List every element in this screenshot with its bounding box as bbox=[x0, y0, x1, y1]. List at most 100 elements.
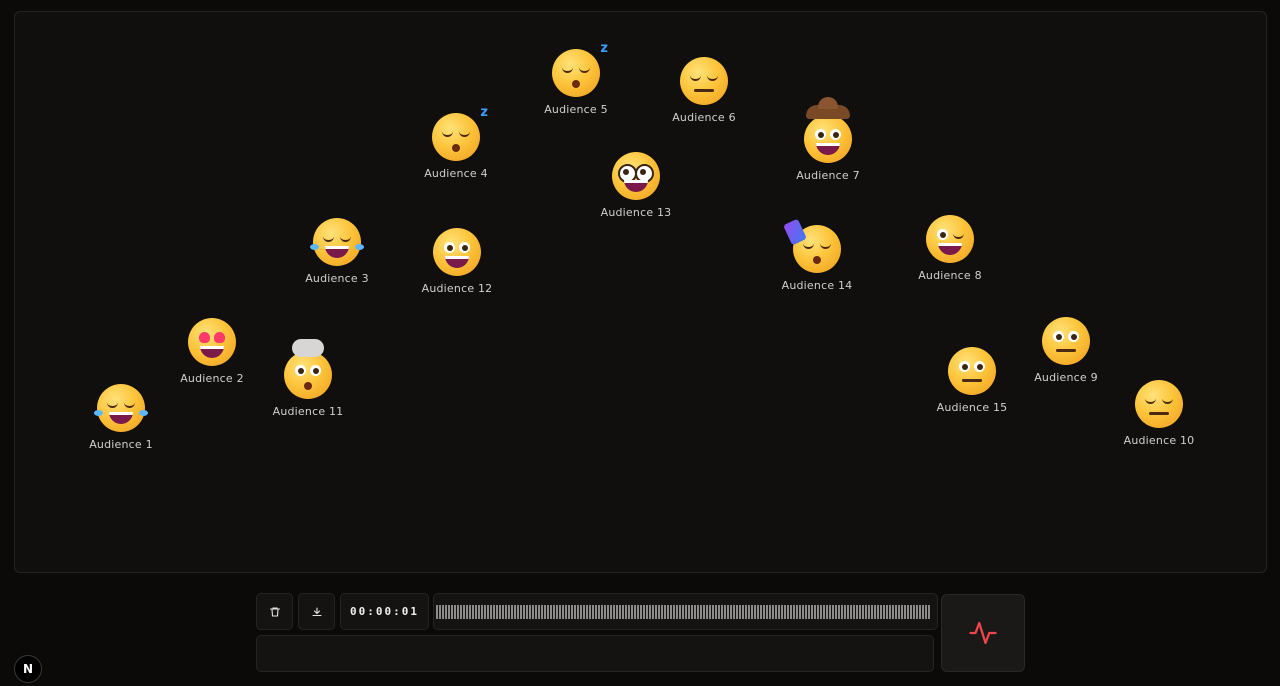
live-audio-button[interactable] bbox=[941, 594, 1025, 672]
waveform-bar bbox=[829, 604, 831, 619]
waveform-bar bbox=[760, 604, 762, 619]
waveform-bar bbox=[928, 604, 930, 619]
waveform-bar bbox=[532, 604, 534, 619]
waveform-bar bbox=[589, 604, 591, 619]
waveform-bar bbox=[781, 604, 783, 619]
waveform-bar bbox=[502, 604, 504, 619]
waveform-bar bbox=[709, 604, 711, 619]
waveform-bar bbox=[673, 604, 675, 619]
waveform-bar bbox=[667, 604, 669, 619]
audience-name: Audience 6 bbox=[672, 111, 736, 124]
waveform-bar bbox=[898, 604, 900, 619]
waveform-bar bbox=[901, 604, 903, 619]
waveform-bar bbox=[535, 604, 537, 619]
waveform-bar bbox=[907, 604, 909, 619]
audience-name: Audience 13 bbox=[600, 206, 672, 219]
waveform-bar bbox=[883, 604, 885, 619]
waveform-bar bbox=[553, 604, 555, 619]
winking-tongue-emoji-icon bbox=[926, 215, 974, 263]
waveform-bar bbox=[604, 604, 606, 619]
waveform-bar bbox=[676, 604, 678, 619]
logo-icon[interactable]: N bbox=[14, 655, 42, 683]
waveform-bar bbox=[466, 604, 468, 619]
waveform-bar bbox=[748, 604, 750, 619]
waveform-bar bbox=[778, 604, 780, 619]
waveform-bar bbox=[505, 604, 507, 619]
waveform-bar bbox=[565, 604, 567, 619]
waveform-bar bbox=[784, 604, 786, 619]
waveform-bar bbox=[523, 604, 525, 619]
waveform-bar bbox=[631, 604, 633, 619]
waveform-bar bbox=[577, 604, 579, 619]
waveform-bar bbox=[493, 604, 495, 619]
waveform-bar bbox=[679, 604, 681, 619]
waveform-bar bbox=[817, 604, 819, 619]
waveform-bar bbox=[811, 604, 813, 619]
waveform-bar bbox=[649, 604, 651, 619]
waveform-bar bbox=[682, 604, 684, 619]
waveform-bar bbox=[481, 604, 483, 619]
waveform-bar bbox=[736, 604, 738, 619]
waveform-bar bbox=[658, 604, 660, 619]
waveform-bar bbox=[733, 604, 735, 619]
audience-member: Audience 10 bbox=[1099, 380, 1219, 447]
waveform-bar bbox=[574, 604, 576, 619]
waveform-bar bbox=[691, 604, 693, 619]
waveform-bar bbox=[451, 604, 453, 619]
nerd-emoji-icon bbox=[612, 152, 660, 200]
waveform-bar bbox=[496, 604, 498, 619]
waveform-bar bbox=[910, 604, 912, 619]
sleeping-emoji-icon: z bbox=[432, 105, 488, 161]
transcript-field[interactable] bbox=[256, 635, 934, 672]
waveform-bar bbox=[805, 604, 807, 619]
waveform-bar bbox=[547, 604, 549, 619]
waveform-bar bbox=[445, 604, 447, 619]
waveform-bar bbox=[568, 604, 570, 619]
audience-name: Audience 3 bbox=[305, 272, 369, 285]
waveform-bar bbox=[772, 604, 774, 619]
cowboy-emoji-icon bbox=[804, 97, 852, 163]
download-button[interactable] bbox=[298, 593, 335, 630]
waveform-bar bbox=[517, 604, 519, 619]
waveform-bar bbox=[916, 604, 918, 619]
waveform-bar bbox=[478, 604, 480, 619]
waveform-bar bbox=[598, 604, 600, 619]
waveform-bar bbox=[619, 604, 621, 619]
waveform-bar bbox=[472, 604, 474, 619]
waveform-bar bbox=[646, 604, 648, 619]
audience-name: Audience 12 bbox=[421, 282, 493, 295]
waveform-bar bbox=[454, 604, 456, 619]
eye-roll-emoji-icon bbox=[948, 347, 996, 395]
waveform-bar bbox=[721, 604, 723, 619]
waveform-bar bbox=[832, 604, 834, 619]
waveform-bar bbox=[508, 604, 510, 619]
waveform-bar bbox=[460, 604, 462, 619]
audience-member: Audience 13 bbox=[576, 152, 696, 219]
grinning-emoji-icon bbox=[433, 228, 481, 276]
waveform-bar bbox=[850, 604, 852, 619]
waveform-bar bbox=[706, 604, 708, 619]
waveform-bar bbox=[895, 604, 897, 619]
waveform-bar bbox=[526, 604, 528, 619]
waveform-bar bbox=[670, 604, 672, 619]
audience-name: Audience 7 bbox=[796, 169, 860, 182]
audience-member: Audience 11 bbox=[248, 339, 368, 418]
audience-member: z Audience 5 bbox=[516, 41, 636, 116]
audience-member: Audience 14 bbox=[757, 218, 877, 292]
waveform-bar bbox=[880, 604, 882, 619]
waveform-bar bbox=[787, 604, 789, 619]
waveform-bar bbox=[643, 604, 645, 619]
audience-member: Audience 3 bbox=[277, 218, 397, 285]
audio-waveform[interactable] bbox=[433, 593, 938, 630]
partying-emoji-icon bbox=[783, 218, 841, 273]
audience-member: Audience 8 bbox=[890, 215, 1010, 282]
audience-name: Audience 9 bbox=[1034, 371, 1098, 384]
waveform-bar bbox=[655, 604, 657, 619]
laughing-tears-emoji-icon bbox=[310, 218, 364, 266]
waveform-bar bbox=[514, 604, 516, 619]
waveform-bar bbox=[877, 604, 879, 619]
delete-button[interactable] bbox=[256, 593, 293, 630]
waveform-bar bbox=[538, 604, 540, 619]
waveform-bar bbox=[841, 604, 843, 619]
waveform-bar bbox=[730, 604, 732, 619]
